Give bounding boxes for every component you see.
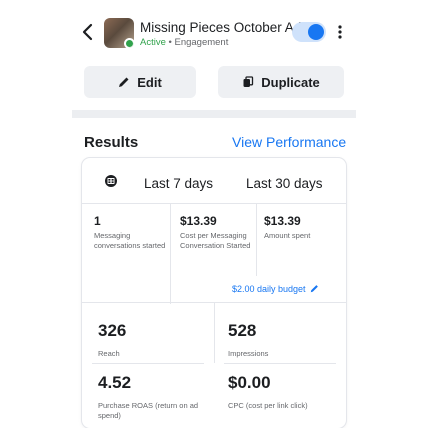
metric-value: 1 [94, 214, 101, 228]
calendar-grid-icon [105, 175, 117, 187]
metric-label: CPC (cost per link click) [228, 401, 308, 410]
metric-value: 528 [228, 321, 257, 340]
pencil-icon [119, 77, 129, 87]
more-options-icon[interactable] [336, 24, 344, 40]
toggle-knob [308, 24, 324, 40]
objective-text: Engagement [174, 37, 229, 48]
metric-impressions: 528 Impressions [228, 321, 268, 359]
metric-label: Messaging conversations started [94, 231, 166, 250]
metric-label: Cost per Messaging Conversation Started [180, 231, 251, 250]
section-divider [72, 110, 356, 118]
metric-value: $0.00 [228, 373, 271, 392]
tab-last-30-days[interactable]: Last 30 days [246, 176, 323, 191]
duplicate-label: Duplicate [261, 74, 320, 90]
daily-budget-label: $2.00 daily budget [232, 284, 306, 294]
pencil-icon [310, 285, 318, 293]
metric-purchase-roas: 4.52 Purchase ROAS (return on ad spend) [98, 373, 208, 421]
metric-cost-per-conversation: $13.39 Cost per Messaging Conversation S… [180, 214, 262, 251]
edit-button[interactable]: Edit [84, 66, 196, 98]
metric-amount-spent: $13.39 Amount spent [264, 214, 346, 241]
edit-label: Edit [137, 74, 162, 90]
results-card: Last 7 days Last 30 days 1 Messaging con… [82, 158, 346, 428]
metric-cpc: $0.00 CPC (cost per link click) [228, 373, 338, 411]
daily-budget-link[interactable]: $2.00 daily budget [232, 284, 319, 294]
tab-last-7-days[interactable]: Last 7 days [144, 176, 213, 191]
metric-value: 4.52 [98, 373, 132, 392]
date-range-tabs: Last 7 days Last 30 days [82, 158, 346, 204]
metric-reach: 326 Reach [98, 321, 126, 359]
column-divider [256, 204, 257, 276]
metric-value: $13.39 [180, 214, 217, 228]
row-divider [224, 363, 336, 364]
ad-subtitle: Active • Engagement [140, 37, 228, 48]
ad-header: Missing Pieces October Ad Active • Engag… [0, 0, 428, 60]
metric-label: Impressions [228, 349, 269, 358]
ad-thumbnail[interactable] [104, 18, 134, 48]
metric-label: Purchase ROAS (return on ad spend) [98, 401, 199, 420]
metric-messaging-conversations: 1 Messaging conversations started [94, 214, 176, 251]
active-status-dot-icon [124, 38, 134, 48]
detail-metrics-grid: 326 Reach 528 Impressions 4.52 Purchase … [82, 302, 346, 428]
metric-label: Reach [98, 349, 120, 358]
status-text: Active [140, 37, 166, 48]
metric-label: Amount spent [264, 231, 311, 240]
metric-value: $13.39 [264, 214, 301, 228]
view-performance-link[interactable]: View Performance [232, 134, 346, 150]
ad-title: Missing Pieces October Ad [140, 20, 302, 35]
ad-active-toggle[interactable] [292, 22, 326, 42]
column-divider [170, 204, 171, 304]
row-divider [92, 363, 204, 364]
duplicate-button[interactable]: Duplicate [218, 66, 344, 98]
results-heading: Results [84, 134, 139, 151]
column-divider [214, 303, 215, 363]
metric-value: 326 [98, 321, 127, 340]
back-chevron-icon[interactable] [80, 22, 96, 42]
duplicate-icon [243, 76, 254, 87]
